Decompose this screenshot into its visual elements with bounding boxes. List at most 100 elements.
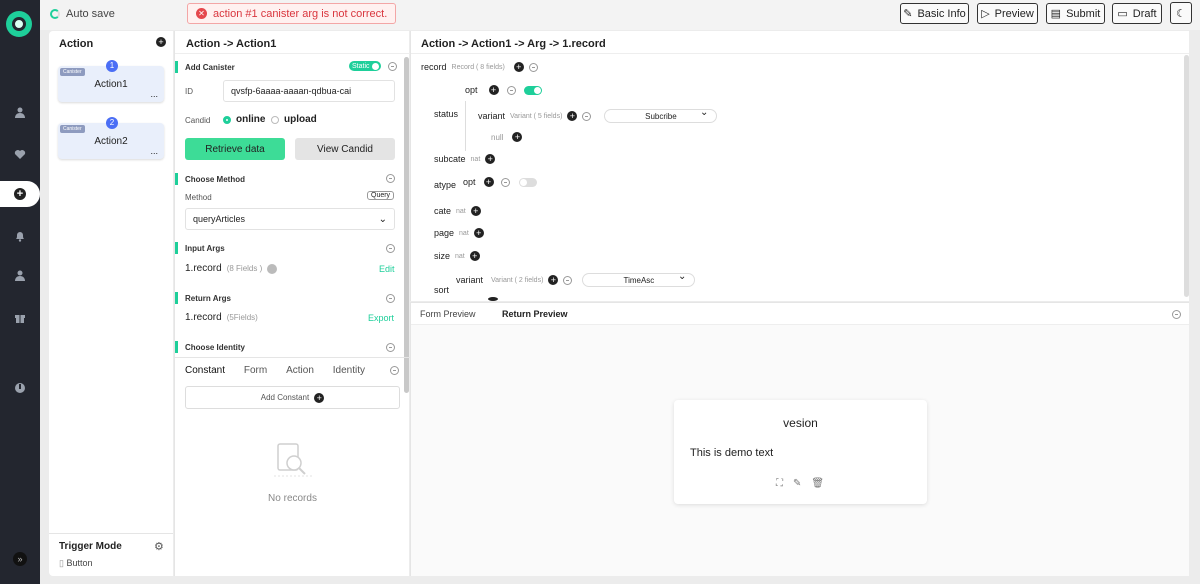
top-bar: Auto save ✕ action #1 canister arg is no… <box>40 0 1200 30</box>
add-icon[interactable]: + <box>473 228 484 238</box>
collapse-icon[interactable] <box>386 244 395 253</box>
remove-icon[interactable] <box>528 62 538 72</box>
collapse-icon[interactable] <box>386 294 395 303</box>
static-switch[interactable]: Static <box>349 61 397 71</box>
add-icon[interactable]: + <box>469 251 480 261</box>
gear-icon[interactable]: ⚙ <box>154 540 164 553</box>
collapse-icon[interactable] <box>1172 310 1181 319</box>
add-icon[interactable]: + <box>470 206 481 216</box>
remove-icon[interactable] <box>506 85 516 95</box>
input-args-row: 1.record (8 Fields ) <box>185 263 278 274</box>
scrollbar[interactable] <box>404 57 409 393</box>
basic-info-button[interactable]: ✎ Basic Info <box>900 3 969 24</box>
card-tag: Canister <box>60 68 85 76</box>
collapse-icon[interactable] <box>390 366 399 375</box>
autosave-label: Auto save <box>66 8 115 20</box>
opt-toggle[interactable] <box>518 177 537 187</box>
export-link[interactable]: Export <box>368 313 394 323</box>
card-more[interactable]: ... <box>150 146 158 156</box>
divider <box>175 53 410 54</box>
button-icon: ▯ <box>59 558 64 568</box>
add-nav-button[interactable]: + <box>0 181 40 207</box>
bell-icon[interactable] <box>10 226 30 246</box>
user-icon[interactable] <box>10 102 30 122</box>
action-card-1[interactable]: Canister 1 Action1 ... <box>58 60 164 102</box>
tab-constant[interactable]: Constant <box>185 365 225 376</box>
query-badge: Query <box>367 191 395 200</box>
document-icon: ▤ <box>1050 8 1062 20</box>
card-number: 2 <box>106 117 118 129</box>
cate-row: cate nat + <box>434 206 481 216</box>
canister-id-input[interactable]: qvsfp-6aaaa-aaaan-qdbua-cai <box>223 80 395 102</box>
collapse-icon[interactable] <box>386 174 395 183</box>
status-key: status <box>434 109 459 119</box>
size-row: size nat + <box>434 251 480 261</box>
expand-icon[interactable]: » <box>10 549 30 569</box>
theme-toggle-button[interactable]: ☾ <box>1170 2 1192 24</box>
tab-identity[interactable]: Identity <box>333 365 365 376</box>
add-constant-label: Add Constant <box>260 393 310 402</box>
toggle-knob <box>371 62 379 70</box>
tab-form[interactable]: Form <box>244 365 267 376</box>
variant-key: variant <box>478 111 506 121</box>
card-more[interactable]: ... <box>150 89 158 99</box>
trash-icon[interactable]: 🗑 <box>811 478 824 489</box>
input-args-heading: Input Args <box>175 242 225 254</box>
return-args-row: 1.record (5Fields) <box>185 312 258 323</box>
app-logo[interactable] <box>6 11 32 37</box>
error-alert: ✕ action #1 canister arg is not correct. <box>187 3 397 24</box>
add-icon[interactable]: + <box>567 111 578 121</box>
add-icon[interactable]: + <box>485 154 496 164</box>
variant-key: variant <box>456 275 484 285</box>
remove-icon[interactable] <box>582 111 592 121</box>
candid-online-radio[interactable]: online <box>223 114 265 125</box>
collapse-icon[interactable] <box>387 61 397 71</box>
edit-icon[interactable]: ✎ <box>793 478 801 489</box>
fullscreen-icon[interactable]: ⛶ <box>776 478 783 489</box>
action-card-2[interactable]: Canister 2 Action2 ... <box>58 117 164 159</box>
tab-action[interactable]: Action <box>286 365 314 376</box>
draft-icon: ▭ <box>1117 8 1128 20</box>
no-records-text: No records <box>268 493 317 504</box>
add-icon[interactable] <box>488 297 498 301</box>
record-row: record Record ( 8 fields) + <box>421 62 538 72</box>
heart-icon[interactable] <box>10 144 30 164</box>
divider <box>49 533 173 534</box>
gift-icon[interactable] <box>10 307 30 327</box>
variant-select[interactable]: Subcribe <box>604 107 718 123</box>
add-icon[interactable]: + <box>513 62 524 72</box>
candid-online-label: online <box>236 114 266 125</box>
profile-icon[interactable] <box>10 265 30 285</box>
add-constant-button[interactable]: Add Constant + <box>185 386 400 409</box>
add-icon[interactable]: + <box>483 177 494 187</box>
remove-icon[interactable] <box>500 177 510 187</box>
retrieve-data-button[interactable]: Retrieve data <box>185 138 285 160</box>
tab-form-preview[interactable]: Form Preview <box>420 309 476 319</box>
variant-select[interactable]: TimeAsc <box>582 271 696 287</box>
draft-button[interactable]: ▭ Draft <box>1112 3 1162 24</box>
power-icon[interactable] <box>10 378 30 398</box>
method-select[interactable]: queryArticles ⌄ <box>185 208 395 230</box>
null-row: null + <box>491 132 523 142</box>
view-candid-button[interactable]: View Candid <box>295 138 395 160</box>
static-toggle[interactable]: Static <box>349 61 381 71</box>
identity-tabs: Constant Form Action Identity <box>185 365 365 376</box>
size-key: size <box>434 251 451 261</box>
trigger-mode-value[interactable]: ▯ Button <box>59 558 93 569</box>
add-action-icon[interactable]: + <box>156 37 166 47</box>
add-icon[interactable]: + <box>512 132 523 142</box>
nat-type: nat <box>470 155 481 163</box>
preview-button[interactable]: ▷ Preview <box>977 3 1038 24</box>
config-panel: Action -> Action1 Add Canister Static ID… <box>174 31 410 576</box>
chevron-down-icon: ⌄ <box>378 213 387 225</box>
tab-return-preview[interactable]: Return Preview <box>502 309 568 319</box>
edit-link[interactable]: Edit <box>379 264 395 274</box>
opt-row: opt + <box>465 85 542 95</box>
add-icon[interactable]: + <box>488 85 499 95</box>
collapse-icon[interactable] <box>386 343 395 352</box>
candid-upload-radio[interactable]: upload <box>271 114 317 125</box>
add-icon[interactable]: + <box>548 275 559 285</box>
remove-icon[interactable] <box>563 275 573 285</box>
submit-button[interactable]: ▤ Submit <box>1046 3 1105 24</box>
opt-toggle[interactable] <box>523 85 542 95</box>
